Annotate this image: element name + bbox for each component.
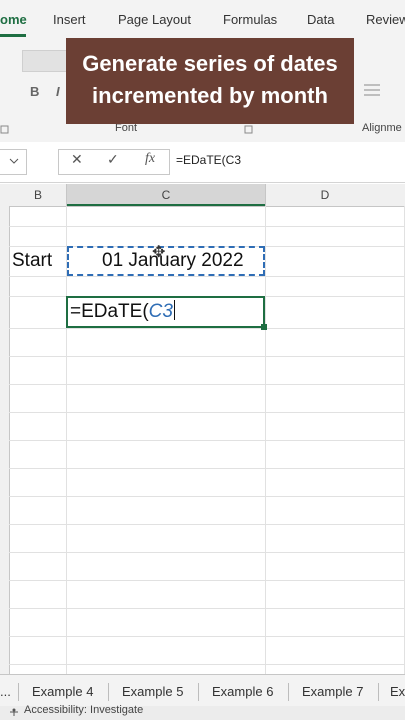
grid-line <box>9 664 405 665</box>
sheet-divider <box>288 683 289 701</box>
tab-home[interactable]: ome <box>0 12 27 27</box>
grid-line <box>66 206 67 674</box>
column-divider <box>265 184 266 206</box>
sheet-tab-example-5[interactable]: Example 5 <box>122 684 183 699</box>
grid-line <box>9 552 405 553</box>
move-cursor-icon: ✥ <box>152 244 166 261</box>
sheet-divider <box>378 683 379 701</box>
ribbon-tab-bar: ome Insert Page Layout Formulas Data Rev… <box>0 0 405 42</box>
cell-c4-editor[interactable]: =EDaTE(C3 <box>70 300 175 323</box>
grid-line <box>9 440 405 441</box>
alignment-group-label: Alignme <box>362 122 402 134</box>
sheet-tab-example-4[interactable]: Example 4 <box>32 684 93 699</box>
grid-line <box>9 580 405 581</box>
insert-function-icon[interactable]: fx <box>145 151 155 167</box>
sheet-divider <box>198 683 199 701</box>
tab-data[interactable]: Data <box>307 12 334 27</box>
sheet-divider <box>18 683 19 701</box>
italic-button[interactable]: I <box>56 84 60 99</box>
sheet-tab-bar: ... Example 4 Example 5 Example 6 Exampl… <box>0 674 405 707</box>
formula-input[interactable]: =EDaTE(C3 <box>176 153 241 167</box>
tab-page-layout[interactable]: Page Layout <box>118 12 191 27</box>
grid-line <box>9 524 405 525</box>
cancel-icon[interactable]: ✕ <box>71 151 83 168</box>
grid-line <box>9 468 405 469</box>
column-header-d[interactable]: D <box>315 188 335 202</box>
accessibility-icon[interactable] <box>8 706 20 718</box>
name-box[interactable] <box>0 149 27 175</box>
sheet-divider <box>108 683 109 701</box>
dialog-launcher-icon[interactable] <box>0 122 10 134</box>
grid-line <box>9 328 405 329</box>
sheet-tab-example-8[interactable]: Ex <box>390 684 405 699</box>
cell-c3-value: 01 January 2022 <box>102 250 244 271</box>
grid-line <box>9 608 405 609</box>
column-divider <box>66 184 67 206</box>
grid-line <box>9 226 405 227</box>
active-tab-indicator <box>0 34 26 37</box>
sheet-tab-example-7[interactable]: Example 7 <box>302 684 363 699</box>
grid-line <box>9 412 405 413</box>
tutorial-caption: Generate series of dates incremented by … <box>66 38 354 124</box>
cell-c4-reference: C3 <box>148 301 173 322</box>
cell-c4-function: =EDaTE( <box>70 301 149 322</box>
grid-line <box>9 356 405 357</box>
column-header-c[interactable]: C <box>156 188 176 202</box>
confirm-icon[interactable]: ✓ <box>107 151 119 168</box>
grid-line <box>9 276 405 277</box>
align-icon[interactable] <box>362 82 382 98</box>
grid-line <box>9 496 405 497</box>
caption-line-2: incremented by month <box>92 83 328 108</box>
font-name-box[interactable] <box>22 50 68 72</box>
text-caret <box>173 300 175 320</box>
formula-bar-buttons: ✕ ✓ fx <box>58 149 170 175</box>
bold-button[interactable]: B <box>30 84 39 99</box>
accessibility-status[interactable]: Accessibility: Investigate <box>24 704 143 716</box>
tab-review[interactable]: Review <box>366 12 405 27</box>
column-header-b[interactable]: B <box>28 188 48 202</box>
grid-line <box>9 384 405 385</box>
caption-line-1: Generate series of dates <box>82 51 338 76</box>
grid-line <box>9 636 405 637</box>
tab-formulas[interactable]: Formulas <box>223 12 277 27</box>
sheet-tab-overflow[interactable]: ... <box>0 684 11 699</box>
cell-b3[interactable]: Start <box>12 250 52 272</box>
grid-line <box>265 206 266 674</box>
sheet-tab-example-6[interactable]: Example 6 <box>212 684 273 699</box>
fill-handle[interactable] <box>261 324 267 330</box>
tab-insert[interactable]: Insert <box>53 12 86 27</box>
